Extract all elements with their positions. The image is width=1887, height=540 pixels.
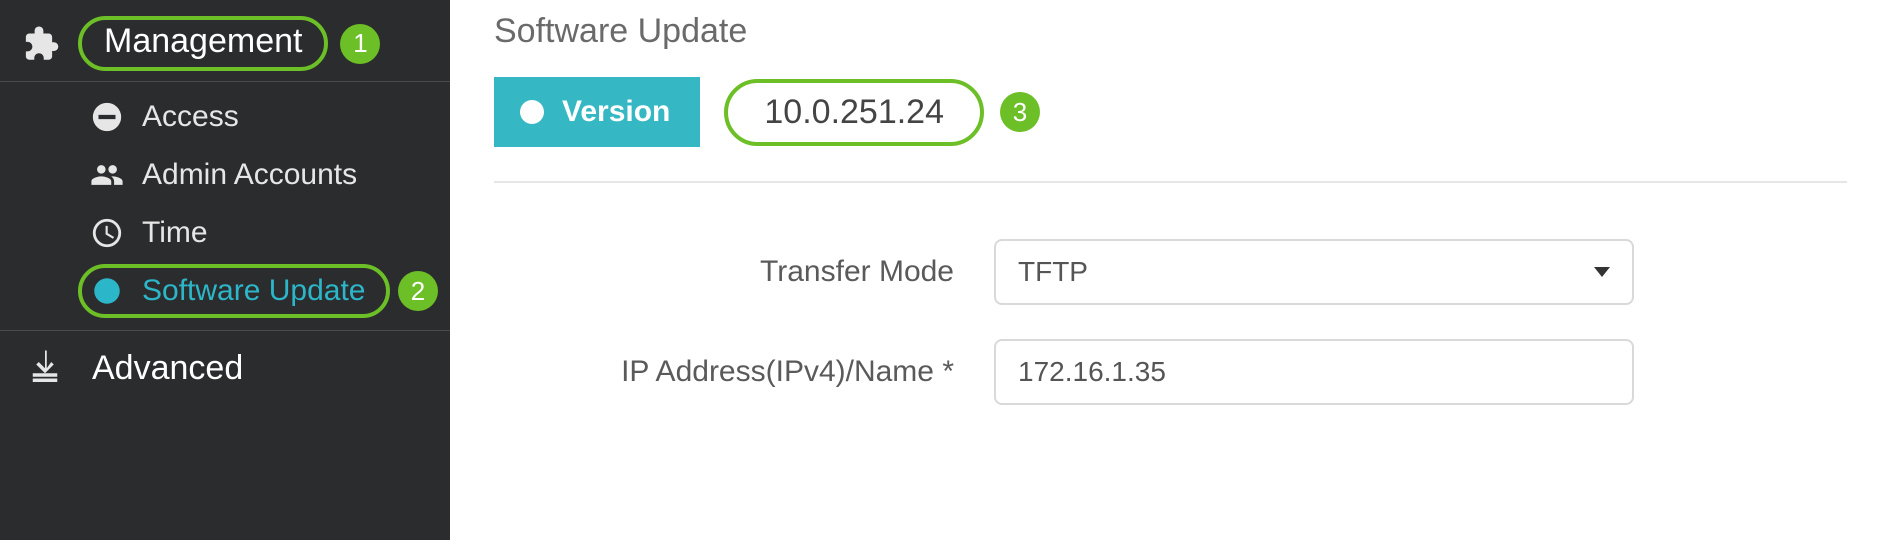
download-arrow-icon <box>516 96 548 128</box>
transfer-mode-select[interactable]: TFTP <box>994 239 1634 305</box>
chevron-down-icon <box>1594 267 1610 277</box>
sidebar-section-management[interactable]: Management 1 <box>0 8 450 82</box>
step-badge-3: 3 <box>1000 92 1040 132</box>
main-content: Software Update Version 10.0.251.24 3 Tr… <box>450 0 1887 540</box>
sidebar-item-admin-accounts[interactable]: Admin Accounts <box>0 146 450 204</box>
update-form: Transfer Mode TFTP IP Address(IPv4)/Name… <box>494 183 1847 405</box>
ip-address-input[interactable] <box>994 339 1634 405</box>
sidebar-item-label: Access <box>142 100 239 134</box>
page-title: Software Update <box>494 0 1847 77</box>
puzzle-icon <box>18 23 60 65</box>
download-arrow-icon <box>90 274 124 308</box>
minus-circle-icon <box>90 100 124 134</box>
version-button-label: Version <box>562 95 670 129</box>
version-button[interactable]: Version <box>494 77 700 147</box>
step-badge-2: 2 <box>398 271 438 311</box>
step-badge-1: 1 <box>340 24 380 64</box>
sidebar: Management 1 Access Admin Accounts Time … <box>0 0 450 540</box>
download-icon <box>24 347 66 389</box>
transfer-mode-label: Transfer Mode <box>494 255 954 289</box>
advanced-label: Advanced <box>92 349 243 388</box>
sidebar-section-advanced[interactable]: Advanced <box>0 331 450 405</box>
management-highlight: Management <box>78 16 328 71</box>
ip-address-label: IP Address(IPv4)/Name * <box>494 355 954 389</box>
transfer-mode-value: TFTP <box>1018 256 1088 288</box>
management-label: Management <box>104 22 302 60</box>
sidebar-item-label: Software Update <box>142 274 365 308</box>
version-row: Version 10.0.251.24 3 <box>494 77 1847 183</box>
sidebar-item-label: Time <box>142 216 208 250</box>
sidebar-item-label: Admin Accounts <box>142 158 357 192</box>
version-value: 10.0.251.24 <box>724 79 984 146</box>
sidebar-item-software-update[interactable]: Software Update 2 <box>0 262 450 320</box>
clock-icon <box>90 216 124 250</box>
sidebar-item-access[interactable]: Access <box>0 88 450 146</box>
sidebar-subnav: Access Admin Accounts Time Software Upda… <box>0 82 450 331</box>
users-icon <box>90 158 124 192</box>
sidebar-item-time[interactable]: Time <box>0 204 450 262</box>
